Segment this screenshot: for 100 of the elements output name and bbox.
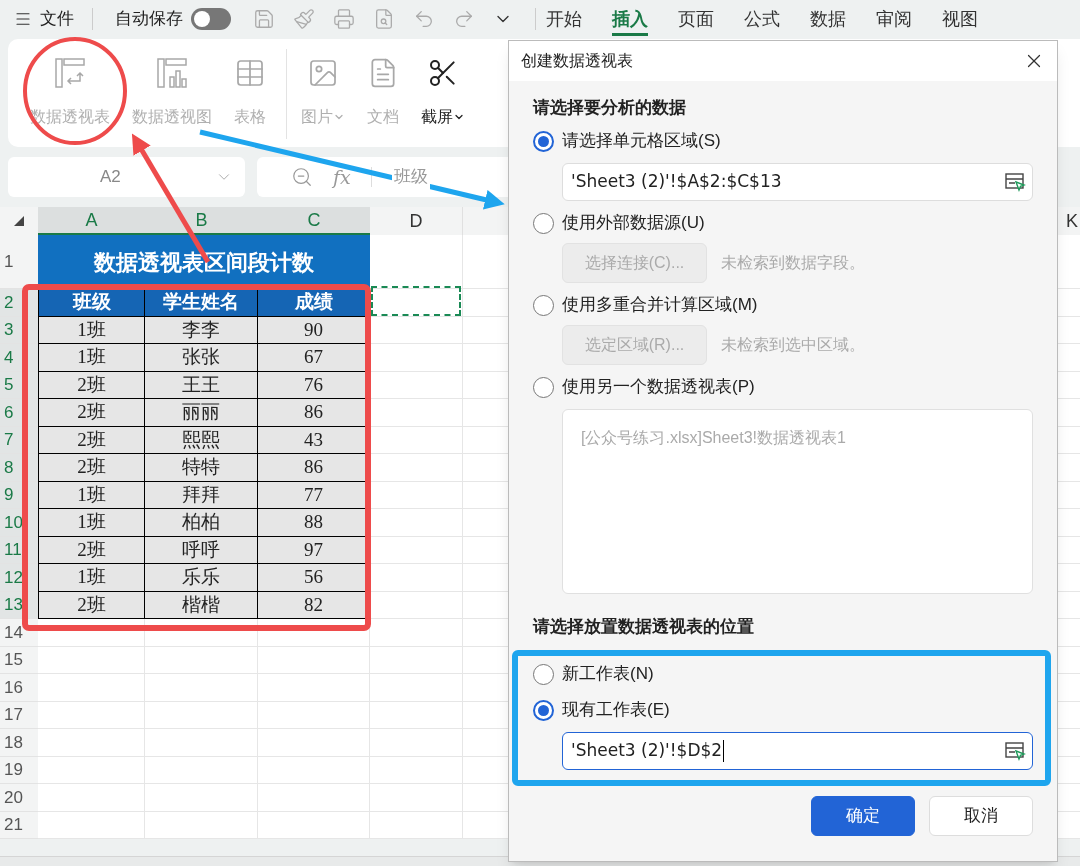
empty-cell[interactable] [258, 674, 370, 702]
radio-button[interactable] [533, 294, 554, 316]
table-cell: 2班 [38, 399, 145, 427]
ribbon-tab[interactable]: 开始 [546, 2, 582, 36]
redo-icon[interactable] [453, 8, 475, 30]
empty-cell[interactable] [258, 646, 370, 674]
column-header[interactable]: D [370, 207, 463, 235]
table-cell: 2班 [38, 591, 145, 619]
table-cell: 乐乐 [145, 564, 258, 592]
table-icon [234, 57, 266, 89]
printer-icon[interactable] [333, 8, 355, 30]
radio-label: 使用多重合并计算区域(M) [562, 294, 758, 317]
column-header[interactable]: K [1066, 207, 1078, 235]
table-cell: 楷楷 [145, 591, 258, 619]
location-input[interactable]: 'Sheet3 (2)'!$D$2 [562, 732, 1033, 770]
table-cell: 1班 [38, 481, 145, 509]
paintbrush-icon[interactable] [293, 8, 315, 30]
print-preview-icon[interactable] [373, 8, 395, 30]
radio-label: 使用外部数据源(U) [562, 212, 705, 235]
table-cell: 2班 [38, 371, 145, 399]
table-cell: 张张 [145, 344, 258, 372]
empty-cell[interactable] [370, 646, 463, 674]
table-cell: 1班 [38, 344, 145, 372]
table-cell: 拜拜 [145, 481, 258, 509]
range-picker-icon[interactable] [1004, 740, 1026, 762]
table-cell: 2班 [38, 536, 145, 564]
empty-cell[interactable] [145, 729, 258, 757]
cancel-button[interactable]: 取消 [929, 796, 1033, 836]
save-icon[interactable] [253, 8, 275, 30]
empty-cell[interactable] [370, 729, 463, 757]
radio-button[interactable] [533, 212, 554, 234]
ribbon-button[interactable]: 截屏 [413, 57, 473, 129]
empty-cell[interactable] [145, 756, 258, 784]
table-cell: 李李 [145, 316, 258, 344]
empty-cell[interactable] [258, 756, 370, 784]
table-cell: 1班 [38, 316, 145, 344]
empty-cell[interactable] [145, 784, 258, 812]
empty-cell[interactable] [258, 729, 370, 757]
status-note: 未检索到选中区域。 [721, 335, 865, 355]
empty-cell[interactable] [370, 701, 463, 729]
ribbon-tab[interactable]: 插入 [612, 2, 648, 36]
select-all-icon[interactable] [14, 216, 24, 226]
zoom-out-icon[interactable] [291, 166, 313, 188]
row-header[interactable]: 16 [0, 674, 38, 702]
column-header[interactable]: C [258, 207, 370, 235]
radio-button[interactable] [533, 699, 554, 721]
undo-icon[interactable] [413, 8, 435, 30]
row-header[interactable]: 15 [0, 646, 38, 674]
layout-chart-icon [156, 57, 188, 89]
list-item[interactable]: [公众号练习.xlsx]Sheet3!数据透视表1 [581, 429, 846, 446]
table-cell: 特特 [145, 454, 258, 482]
empty-cell[interactable] [370, 756, 463, 784]
menu-icon[interactable] [14, 10, 32, 28]
pivot-list[interactable]: [公众号练习.xlsx]Sheet3!数据透视表1 [562, 409, 1033, 594]
header-cell: 学生姓名 [145, 289, 258, 317]
ribbon-tab[interactable]: 公式 [744, 2, 780, 36]
radio-button[interactable] [533, 376, 554, 398]
file-menu[interactable]: 文件 [40, 6, 74, 32]
range-input[interactable]: 'Sheet3 (2)'!$A$2:$C$13 [562, 163, 1033, 201]
empty-cell[interactable] [258, 784, 370, 812]
row-header[interactable]: 20 [0, 784, 38, 812]
table-cell: 王王 [145, 371, 258, 399]
status-note: 未检索到数据字段。 [721, 253, 865, 273]
ribbon-tab[interactable]: 页面 [678, 2, 714, 36]
ribbon-tab[interactable]: 数据 [810, 2, 846, 36]
row-header[interactable]: 17 [0, 701, 38, 729]
table-cell: 1班 [38, 509, 145, 537]
name-box[interactable]: A2 [8, 157, 245, 197]
column-header[interactable]: A [38, 207, 145, 235]
empty-cell[interactable] [145, 701, 258, 729]
autosave-toggle[interactable] [191, 8, 231, 30]
empty-cell[interactable] [145, 646, 258, 674]
radio-label: 新工作表(N) [562, 663, 654, 686]
empty-cell[interactable] [145, 674, 258, 702]
function-label[interactable]: fx [333, 162, 351, 192]
row-header[interactable]: 21 [0, 811, 38, 839]
empty-cell[interactable] [370, 674, 463, 702]
range-picker-icon[interactable] [1004, 171, 1026, 193]
row-header[interactable]: 1 [0, 235, 38, 289]
ribbon-tab[interactable]: 审阅 [876, 2, 912, 36]
layout-arrow-icon [54, 57, 86, 89]
empty-cell[interactable] [258, 701, 370, 729]
table-cell: 1班 [38, 564, 145, 592]
row-header[interactable]: 18 [0, 729, 38, 757]
empty-cell[interactable] [145, 811, 258, 839]
empty-cell[interactable] [370, 784, 463, 812]
empty-cell[interactable] [370, 619, 463, 647]
radio-button[interactable] [533, 130, 554, 152]
empty-cell[interactable] [145, 619, 258, 647]
radio-label: 使用另一个数据透视表(P) [562, 376, 755, 399]
confirm-button[interactable]: 确定 [811, 796, 915, 836]
radio-label: 请选择单元格区域(S) [562, 130, 721, 153]
row-header[interactable]: 19 [0, 756, 38, 784]
empty-cell[interactable] [258, 811, 370, 839]
column-header[interactable]: B [145, 207, 258, 235]
empty-cell[interactable] [370, 811, 463, 839]
section-heading: 请选择要分析的数据 [533, 97, 687, 119]
header-cell: 班级 [38, 289, 145, 317]
radio-button[interactable] [533, 663, 554, 685]
ribbon-tab[interactable]: 视图 [942, 2, 978, 36]
